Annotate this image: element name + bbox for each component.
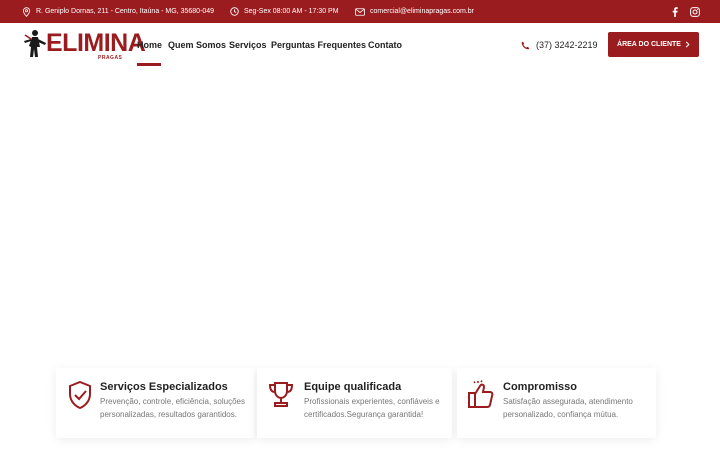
feature-desc-line-2: certificados.Segurança garantida! xyxy=(304,410,424,419)
address-info: R. Geniplo Dornas, 211 - Centro, Itaúna … xyxy=(22,0,214,23)
chevron-right-icon xyxy=(685,41,690,48)
nav-item-perguntas-frequentes[interactable]: Perguntas Frequentes xyxy=(271,23,366,67)
phone-number[interactable]: (37) 3242-2219 xyxy=(536,40,598,50)
instagram-icon[interactable] xyxy=(690,6,700,17)
nav-item-home[interactable]: Home xyxy=(137,23,162,67)
instagram-link[interactable] xyxy=(690,0,700,23)
trophy-icon xyxy=(268,382,294,407)
facebook-link[interactable] xyxy=(672,0,678,23)
logo-name: ELIMINA xyxy=(46,29,146,57)
mail-icon xyxy=(355,7,365,16)
hours-text: Seg-Sex 08:00 AM - 17:30 PM xyxy=(244,8,339,15)
map-pin-icon xyxy=(22,6,31,17)
exterminator-figure-icon xyxy=(24,30,46,57)
feature-card-compromisso: Compromisso Satisfação assegurada, atend… xyxy=(457,368,656,438)
thumbs-up-icon xyxy=(468,380,494,408)
area-do-cliente-button[interactable]: ÁREA DO CLIENTE xyxy=(608,32,699,57)
clock-icon xyxy=(230,7,239,16)
phone-contact[interactable]: (37) 3242-2219 xyxy=(521,23,598,67)
feature-card-equipe: Equipe qualificada Profissionais experie… xyxy=(257,368,452,438)
shield-check-icon xyxy=(69,380,91,410)
address-text: R. Geniplo Dornas, 211 - Centro, Itaúna … xyxy=(36,8,215,15)
feature-desc-line-2: personalizado, confiança mútua. xyxy=(503,410,619,419)
feature-desc-line-1: Satisfação assegurada, atendimento xyxy=(503,397,633,406)
feature-desc-line-1: Profissionais experientes, confiáveis e xyxy=(304,397,440,406)
logo[interactable]: ELIMINA PRAGAS xyxy=(22,27,146,63)
top-bar: R. Geniplo Dornas, 211 - Centro, Itaúna … xyxy=(0,0,720,23)
nav-active-indicator xyxy=(137,63,161,66)
feature-desc-line-2: personalizadas, resultados garantidos. xyxy=(100,410,237,419)
feature-title: Equipe qualificada xyxy=(304,381,402,393)
feature-title: Serviços Especializados xyxy=(100,381,228,393)
hours-info: Seg-Sex 08:00 AM - 17:30 PM xyxy=(230,0,339,23)
feature-title: Compromisso xyxy=(503,381,577,393)
cta-label: ÁREA DO CLIENTE xyxy=(617,41,681,48)
hero-section xyxy=(0,67,720,367)
main-header: ELIMINA PRAGAS Home Quem Somos Serviços … xyxy=(0,23,720,67)
feature-desc-line-1: Prevenção, controle, eficiência, soluçõe… xyxy=(100,397,245,406)
feature-card-servicos: Serviços Especializados Prevenção, contr… xyxy=(56,368,254,438)
facebook-icon[interactable] xyxy=(672,6,678,17)
phone-icon xyxy=(521,41,530,49)
email-link[interactable]: comercial@eliminapragas.com.br xyxy=(370,8,474,15)
nav-item-servicos[interactable]: Serviços xyxy=(229,23,267,67)
logo-sub: PRAGAS xyxy=(98,55,123,61)
nav-item-contato[interactable]: Contato xyxy=(368,23,402,67)
email-info[interactable]: comercial@eliminapragas.com.br xyxy=(355,0,474,23)
nav-item-quem-somos[interactable]: Quem Somos xyxy=(168,23,226,67)
